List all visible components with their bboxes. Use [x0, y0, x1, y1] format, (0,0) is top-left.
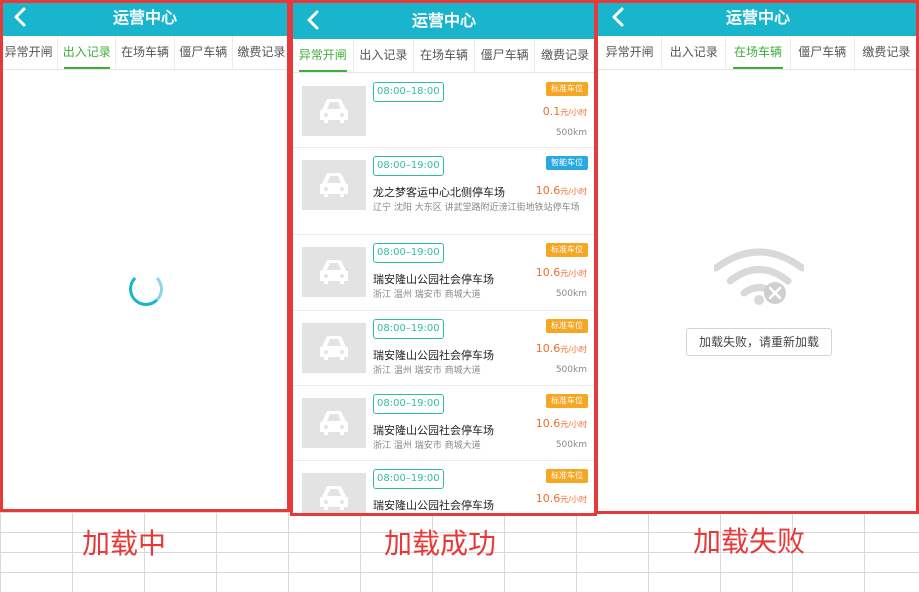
time-range-tag: 08:00–19:00 [373, 319, 444, 339]
price-unit: 元/小时 [560, 495, 587, 504]
parking-list: 08:00–18:00 标准车位 0.1元/小时 500km 08:00–19:… [293, 74, 595, 514]
price: 10.6元/小时 [536, 184, 587, 197]
tab-payment-records[interactable]: 缴费记录 [535, 39, 595, 72]
parking-thumbnail [302, 473, 366, 514]
parking-thumbnail [302, 323, 366, 373]
price: 10.6元/小时 [536, 342, 587, 355]
parking-name: 瑞安隆山公园社会停车场 [373, 424, 494, 437]
reload-button[interactable]: 加载失败，请重新加载 [686, 328, 832, 356]
panel-success: 运营中心 异常开闸 出入记录 在场车辆 僵尸车辆 缴费记录 08:00–18:0… [293, 0, 595, 514]
tab-abnormal-gate[interactable]: 异常开闸 [293, 39, 354, 72]
wifi-off-icon [714, 248, 804, 305]
tab-vehicles-on-site[interactable]: 在场车辆 [414, 39, 475, 72]
time-range-tag: 08:00–19:00 [373, 156, 444, 176]
list-item[interactable]: 08:00–19:00 智能车位 龙之梦客运中心北侧停车场 10.6元/小时 辽… [293, 148, 595, 235]
tab-entry-exit-records[interactable]: 出入记录 [354, 39, 415, 72]
price-value: 0.1 [542, 105, 561, 118]
tab-zombie-vehicles[interactable]: 僵尸车辆 [175, 36, 233, 69]
tab-entry-exit-records[interactable]: 出入记录 [662, 36, 727, 69]
price-value: 10.6 [535, 266, 561, 279]
price: 10.6元/小时 [536, 492, 587, 505]
space-type-badge: 智能车位 [546, 156, 588, 170]
tab-bar: 异常开闸 出入记录 在场车辆 僵尸车辆 缴费记录 [0, 36, 290, 70]
panel-failure: 运营中心 异常开闸 出入记录 在场车辆 僵尸车辆 缴费记录 加载失败，请重新加载 [598, 0, 918, 512]
price-value: 10.6 [535, 417, 561, 430]
distance: 500km [555, 440, 587, 450]
parking-thumbnail [302, 86, 366, 136]
car-icon [320, 336, 348, 360]
tab-payment-records[interactable]: 缴费记录 [855, 36, 918, 69]
parking-thumbnail [302, 247, 366, 297]
screenshot-root: 运营中心 异常开闸 出入记录 在场车辆 僵尸车辆 缴费记录 运营中心 异常开闸 … [0, 0, 919, 592]
price-unit: 元/小时 [560, 108, 587, 117]
car-icon [320, 486, 348, 510]
car-icon [320, 260, 348, 284]
space-type-badge: 标准车位 [546, 82, 588, 96]
app-header: 运营中心 [293, 3, 595, 39]
page-title: 运营中心 [411, 11, 476, 30]
price-value: 10.6 [535, 184, 561, 197]
parking-address: 浙江 温州 瑞安市 商城大道 [373, 290, 481, 300]
parking-name: 龙之梦客运中心北侧停车场 [373, 186, 505, 199]
list-item[interactable]: 08:00–19:00 标准车位 瑞安隆山公园社会停车场 10.6元/小时 浙江… [293, 235, 595, 311]
list-item[interactable]: 08:00–19:00 标准车位 瑞安隆山公园社会停车场 10.6元/小时 浙江… [293, 311, 595, 386]
price-value: 10.6 [535, 342, 561, 355]
tab-vehicles-on-site[interactable]: 在场车辆 [726, 36, 791, 69]
time-range-tag: 08:00–19:00 [373, 394, 444, 414]
tab-entry-exit-records[interactable]: 出入记录 [58, 36, 117, 69]
parking-address: 辽宁 沈阳 大东区 讲武堂路附近滂江街地铁站停车场 [373, 203, 580, 213]
loading-spinner-icon [129, 272, 163, 306]
caption-failure: 加载失败 [693, 525, 806, 558]
distance: 500km [555, 289, 587, 299]
parking-thumbnail [302, 160, 366, 210]
parking-thumbnail [302, 398, 366, 448]
parking-address: 浙江 温州 瑞安市 商城大道 [373, 366, 481, 376]
tab-payment-records[interactable]: 缴费记录 [233, 36, 290, 69]
price: 10.6元/小时 [536, 266, 587, 279]
caption-success: 加载成功 [384, 527, 497, 560]
price: 10.6元/小时 [536, 417, 587, 430]
page-title: 运营中心 [112, 8, 177, 27]
space-type-badge: 标准车位 [546, 469, 588, 483]
time-range-tag: 08:00–18:00 [373, 82, 444, 102]
price-unit: 元/小时 [560, 187, 587, 196]
car-icon [320, 99, 348, 123]
parking-name: 瑞安隆山公园社会停车场 [373, 499, 494, 512]
time-range-tag: 08:00–19:00 [373, 243, 444, 263]
list-item[interactable]: 08:00–19:00 标准车位 瑞安隆山公园社会停车场 10.6元/小时 浙江… [293, 386, 595, 461]
caption-loading: 加载中 [82, 527, 167, 560]
space-type-badge: 标准车位 [546, 394, 588, 408]
tab-abnormal-gate[interactable]: 异常开闸 [0, 36, 59, 69]
page-title: 运营中心 [725, 8, 790, 27]
car-icon [320, 411, 348, 435]
distance: 500km [555, 365, 587, 375]
app-header: 运营中心 [598, 0, 918, 36]
space-type-badge: 标准车位 [546, 319, 588, 333]
price: 0.1元/小时 [543, 105, 587, 118]
list-item[interactable]: 08:00–18:00 标准车位 0.1元/小时 500km [293, 74, 595, 148]
tab-bar: 异常开闸 出入记录 在场车辆 僵尸车辆 缴费记录 [598, 36, 918, 70]
price-unit: 元/小时 [560, 269, 587, 278]
parking-address: 浙江 温州 瑞安市 商城大道 [373, 441, 481, 451]
car-icon [320, 173, 348, 197]
time-range-tag: 08:00–19:00 [373, 469, 444, 489]
panel-loading: 运营中心 异常开闸 出入记录 在场车辆 僵尸车辆 缴费记录 [0, 0, 290, 512]
tab-zombie-vehicles[interactable]: 僵尸车辆 [475, 39, 536, 72]
tab-abnormal-gate[interactable]: 异常开闸 [598, 36, 663, 69]
tab-vehicles-on-site[interactable]: 在场车辆 [116, 36, 175, 69]
parking-name: 瑞安隆山公园社会停车场 [373, 273, 494, 286]
distance: 500km [555, 128, 587, 138]
price-unit: 元/小时 [560, 345, 587, 354]
tab-zombie-vehicles[interactable]: 僵尸车辆 [791, 36, 855, 69]
app-header: 运营中心 [0, 0, 290, 36]
price-unit: 元/小时 [560, 420, 587, 429]
price-value: 10.6 [535, 492, 561, 505]
parking-name: 瑞安隆山公园社会停车场 [373, 349, 494, 362]
list-item[interactable]: 08:00–19:00 标准车位 瑞安隆山公园社会停车场 10.6元/小时 [293, 461, 595, 514]
space-type-badge: 标准车位 [546, 243, 588, 257]
tab-bar: 异常开闸 出入记录 在场车辆 僵尸车辆 缴费记录 [293, 39, 595, 73]
